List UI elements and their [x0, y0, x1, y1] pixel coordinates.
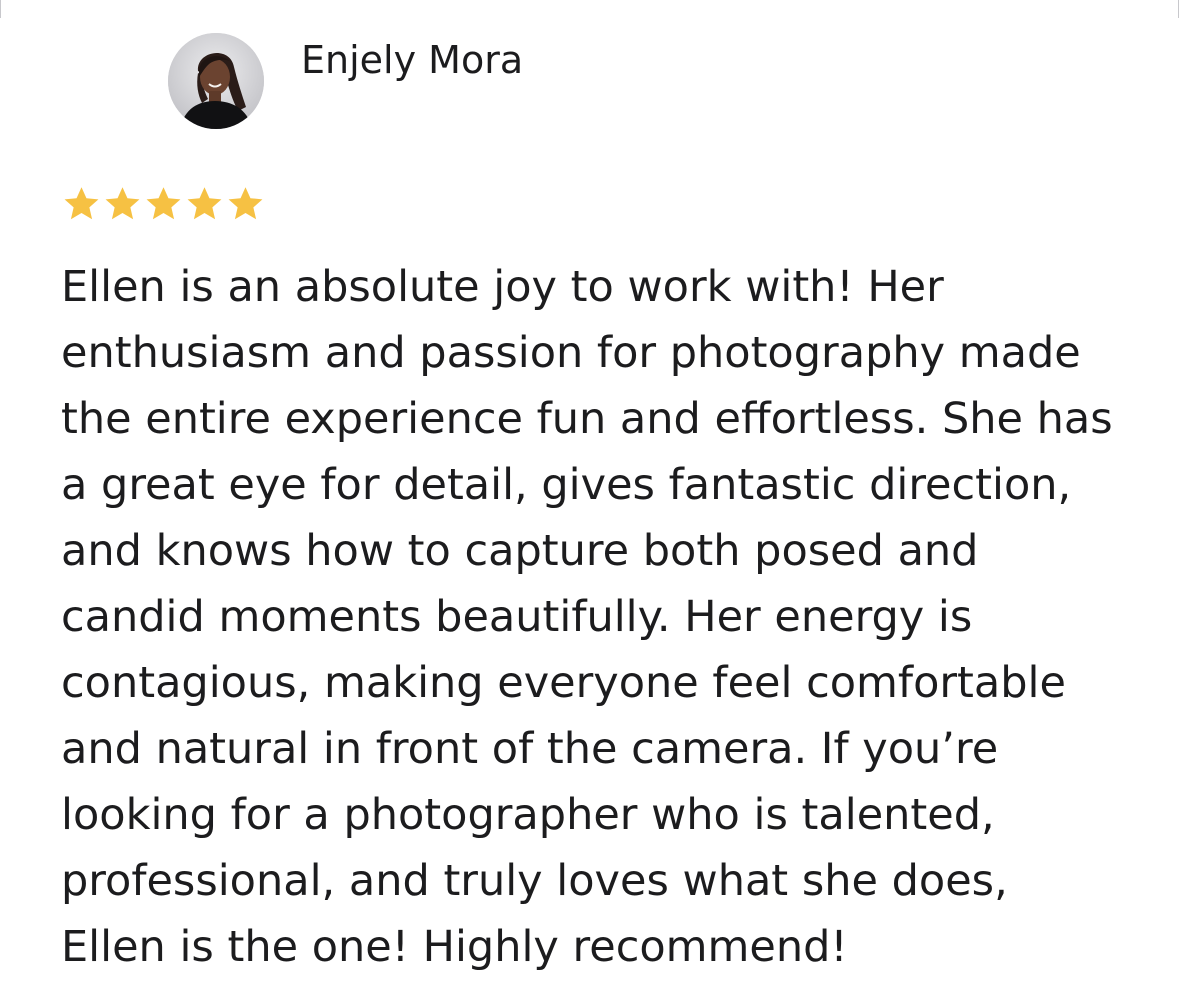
star-rating — [61, 183, 266, 225]
review-text-line: a great eye for detail, gives fantastic … — [61, 460, 1072, 510]
avatar[interactable] — [168, 33, 264, 129]
review-card: Enjely Mora Ellen is an absolute joy to … — [0, 0, 1179, 1007]
avatar-photo-icon — [168, 33, 264, 129]
review-text-line: Ellen is an absolute joy to work with! H… — [61, 262, 944, 312]
star-icon — [228, 187, 263, 220]
review-text-line: and natural in front of the camera. If y… — [61, 724, 999, 774]
star-icon — [146, 187, 181, 220]
review-text-line: professional, and truly loves what she d… — [61, 856, 1008, 906]
card-border-left — [0, 0, 1, 18]
review-text-line: looking for a photographer who is talent… — [61, 790, 995, 840]
review-text-line: candid moments beautifully. Her energy i… — [61, 592, 973, 642]
review-text-line: the entire experience fun and effortless… — [61, 394, 1113, 444]
review-text: Ellen is an absolute joy to work with! H… — [61, 254, 1146, 980]
star-icon — [187, 187, 222, 220]
star-icon — [105, 187, 140, 220]
review-text-line: enthusiasm and passion for photography m… — [61, 328, 1081, 378]
review-text-line: Ellen is the one! Highly recommend! — [61, 922, 848, 972]
review-text-line: contagious, making everyone feel comfort… — [61, 658, 1066, 708]
star-icon — [64, 187, 99, 220]
review-text-line: and knows how to capture both posed and — [61, 526, 979, 576]
reviewer-name[interactable]: Enjely Mora — [301, 36, 523, 84]
